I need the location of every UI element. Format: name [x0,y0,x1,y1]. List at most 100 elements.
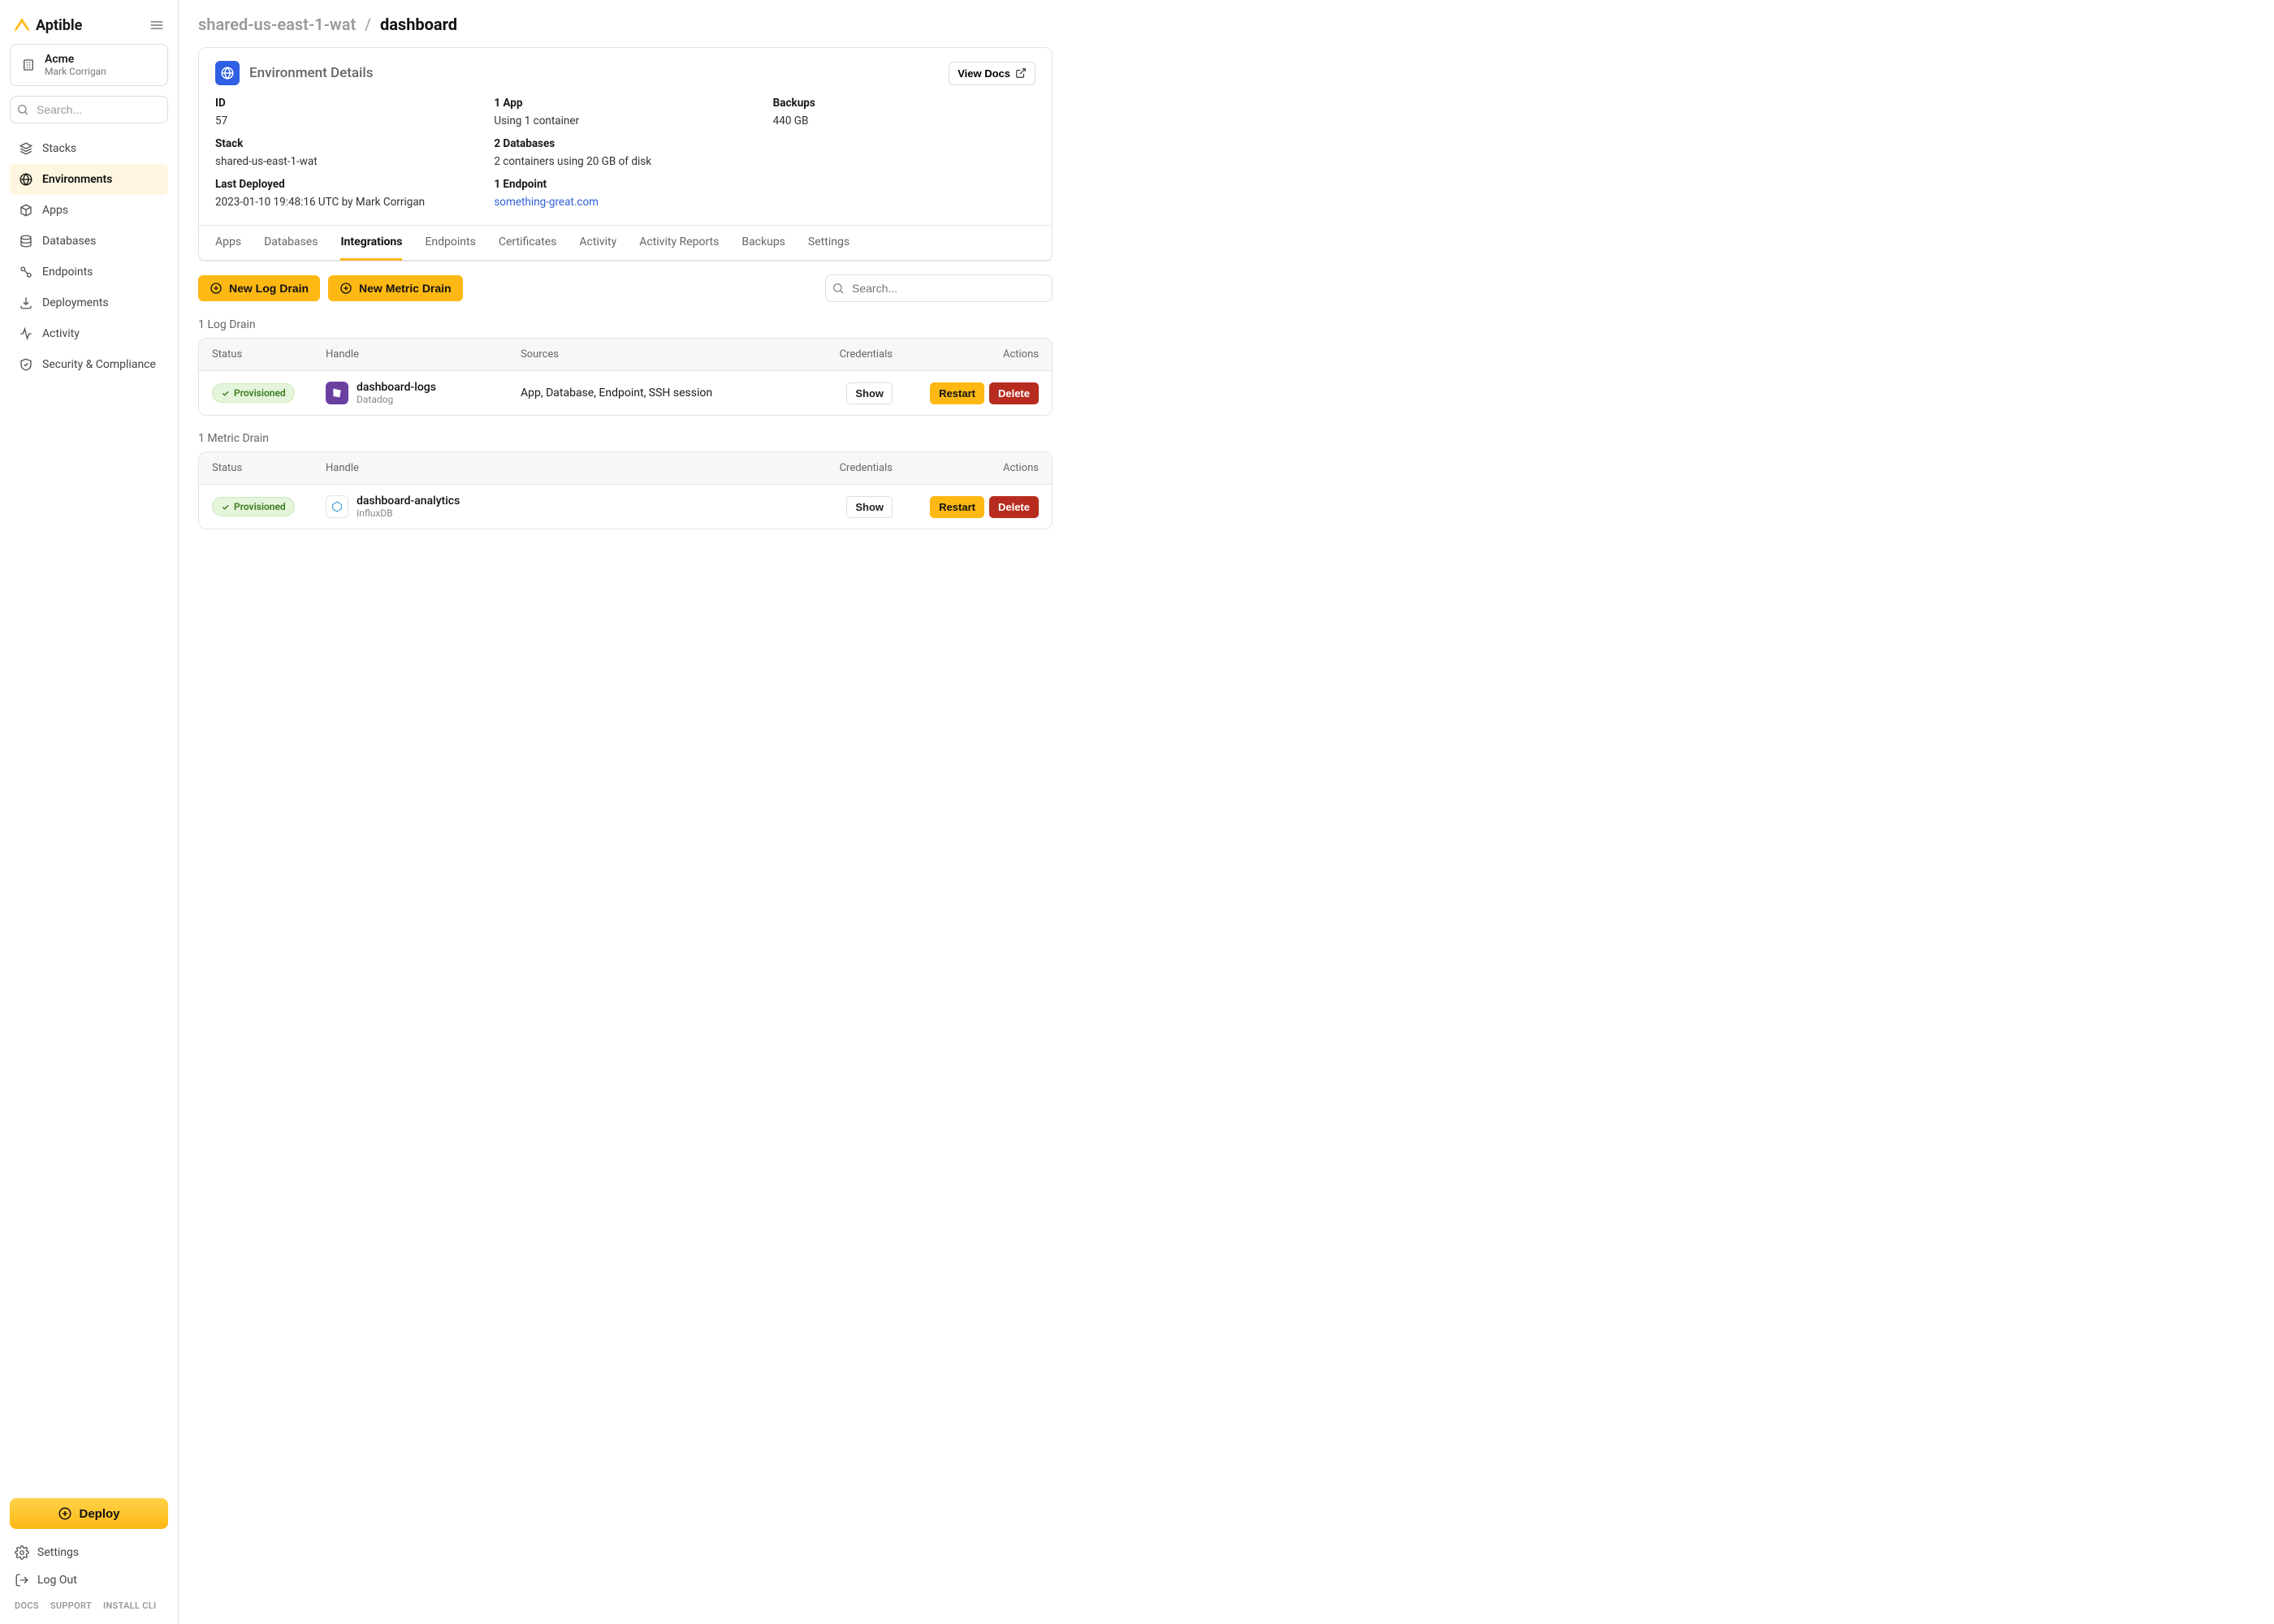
tab-integrations[interactable]: Integrations [340,226,402,261]
delete-button[interactable]: Delete [989,382,1039,404]
col-handle: Handle [326,348,521,361]
tab-backups[interactable]: Backups [741,226,785,260]
logout-label: Log Out [37,1574,77,1587]
col-handle: Handle [326,462,521,474]
sidebar-item-deployments[interactable]: Deployments [10,287,168,318]
sidebar-item-label: Activity [42,327,80,340]
influxdb-icon [326,495,348,518]
col-credentials: Credentials [787,348,893,361]
building-icon [20,57,37,73]
plus-circle-icon [210,282,223,295]
detail-stack: Stack shared-us-east-1-wat [215,137,478,168]
globe-icon [18,171,34,188]
handle-name: dashboard-analytics [357,495,460,508]
metric-drain-table: Status Handle Credentials Actions Provis… [198,451,1053,529]
stacks-icon [18,140,34,157]
sidebar-search-input[interactable] [10,96,168,123]
menu-toggle-icon[interactable] [149,17,165,33]
sidebar-item-security[interactable]: Security & Compliance [10,349,168,380]
org-selector[interactable]: Acme Mark Corrigan [10,44,168,86]
new-log-drain-label: New Log Drain [229,282,309,295]
new-metric-drain-button[interactable]: New Metric Drain [328,275,463,301]
detail-databases: 2 Databases 2 containers using 20 GB of … [494,137,756,168]
table-row: Provisioned dashboard-analytics InfluxDB… [199,485,1052,529]
gear-icon [15,1545,29,1560]
sidebar-item-databases[interactable]: Databases [10,226,168,257]
sidebar-nav: Stacks Environments Apps Databases Endpo… [10,133,168,1498]
details-grid: ID 57 1 App Using 1 container Backups 44… [199,92,1052,225]
status-badge: Provisioned [212,383,295,403]
brand-logo[interactable]: Aptible [13,16,82,34]
breadcrumb: shared-us-east-1-wat / dashboard [198,15,1053,34]
tab-certificates[interactable]: Certificates [499,226,557,260]
check-icon [221,503,230,512]
plus-circle-icon [339,282,352,295]
endpoint-link[interactable]: something-great.com [494,196,599,209]
table-row: Provisioned dashboard-logs Datadog App, … [199,371,1052,415]
detail-backups: Backups 440 GB [773,97,1035,127]
view-docs-label: View Docs [958,67,1010,80]
restart-button[interactable]: Restart [930,496,984,518]
provider-name: InfluxDB [357,508,460,519]
tabs: Apps Databases Integrations Endpoints Ce… [199,225,1052,261]
actions-row: New Log Drain New Metric Drain [198,261,1053,315]
col-status: Status [212,462,326,474]
deploy-button[interactable]: Deploy [10,1498,168,1529]
sidebar-item-endpoints[interactable]: Endpoints [10,257,168,287]
footer-support[interactable]: SUPPORT [50,1600,92,1611]
metric-drain-heading: 1 Metric Drain [198,432,1053,445]
main-content: shared-us-east-1-wat / dashboard Environ… [179,0,1072,1624]
datadog-icon [326,382,348,404]
tab-databases[interactable]: Databases [264,226,318,260]
sidebar-item-activity[interactable]: Activity [10,318,168,349]
external-link-icon [1015,67,1027,79]
footer-links: DOCS SUPPORT INSTALL CLI [10,1594,168,1614]
sidebar-item-apps[interactable]: Apps [10,195,168,226]
footer-docs[interactable]: DOCS [15,1600,39,1611]
sidebar-item-label: Apps [42,204,68,217]
sidebar-item-label: Environments [42,173,112,186]
new-log-drain-button[interactable]: New Log Drain [198,275,320,301]
deployments-icon [18,295,34,311]
breadcrumb-parent[interactable]: shared-us-east-1-wat [198,15,356,34]
tab-activity[interactable]: Activity [579,226,616,260]
sidebar-item-stacks[interactable]: Stacks [10,133,168,164]
new-metric-drain-label: New Metric Drain [359,282,452,295]
endpoints-icon [18,264,34,280]
sidebar-item-label: Security & Compliance [42,358,156,371]
sidebar-item-environments[interactable]: Environments [10,164,168,195]
tab-apps[interactable]: Apps [215,226,241,260]
show-credentials-button[interactable]: Show [846,496,893,518]
delete-button[interactable]: Delete [989,496,1039,518]
breadcrumb-current: dashboard [380,15,457,34]
status-badge: Provisioned [212,497,295,516]
sidebar-item-logout[interactable]: Log Out [10,1566,168,1594]
view-docs-button[interactable]: View Docs [949,62,1035,85]
sidebar-item-label: Endpoints [42,266,93,279]
sidebar-item-settings[interactable]: Settings [10,1539,168,1566]
settings-label: Settings [37,1546,79,1559]
brand-name: Aptible [36,17,82,34]
database-icon [18,233,34,249]
restart-button[interactable]: Restart [930,382,984,404]
tab-endpoints[interactable]: Endpoints [425,226,475,260]
sidebar: Aptible Acme Mark Corrigan Sta [0,0,179,1624]
col-sources: Sources [521,348,787,361]
footer-cli[interactable]: INSTALL CLI [103,1600,156,1611]
tab-activity-reports[interactable]: Activity Reports [639,226,719,260]
show-credentials-button[interactable]: Show [846,382,893,404]
logout-icon [15,1573,29,1587]
table-search-input[interactable] [825,274,1053,302]
detail-apps: 1 App Using 1 container [494,97,756,127]
breadcrumb-separator: / [365,15,371,34]
col-credentials: Credentials [787,462,893,474]
box-icon [18,202,34,218]
tab-settings[interactable]: Settings [808,226,850,260]
deploy-label: Deploy [79,1507,119,1521]
col-actions: Actions [893,462,1039,474]
detail-endpoint: 1 Endpoint something-great.com [494,178,756,209]
sidebar-item-label: Databases [42,235,96,248]
col-status: Status [212,348,326,361]
detail-last-deployed: Last Deployed 2023-01-10 19:48:16 UTC by… [215,178,478,209]
search-icon [16,103,29,116]
